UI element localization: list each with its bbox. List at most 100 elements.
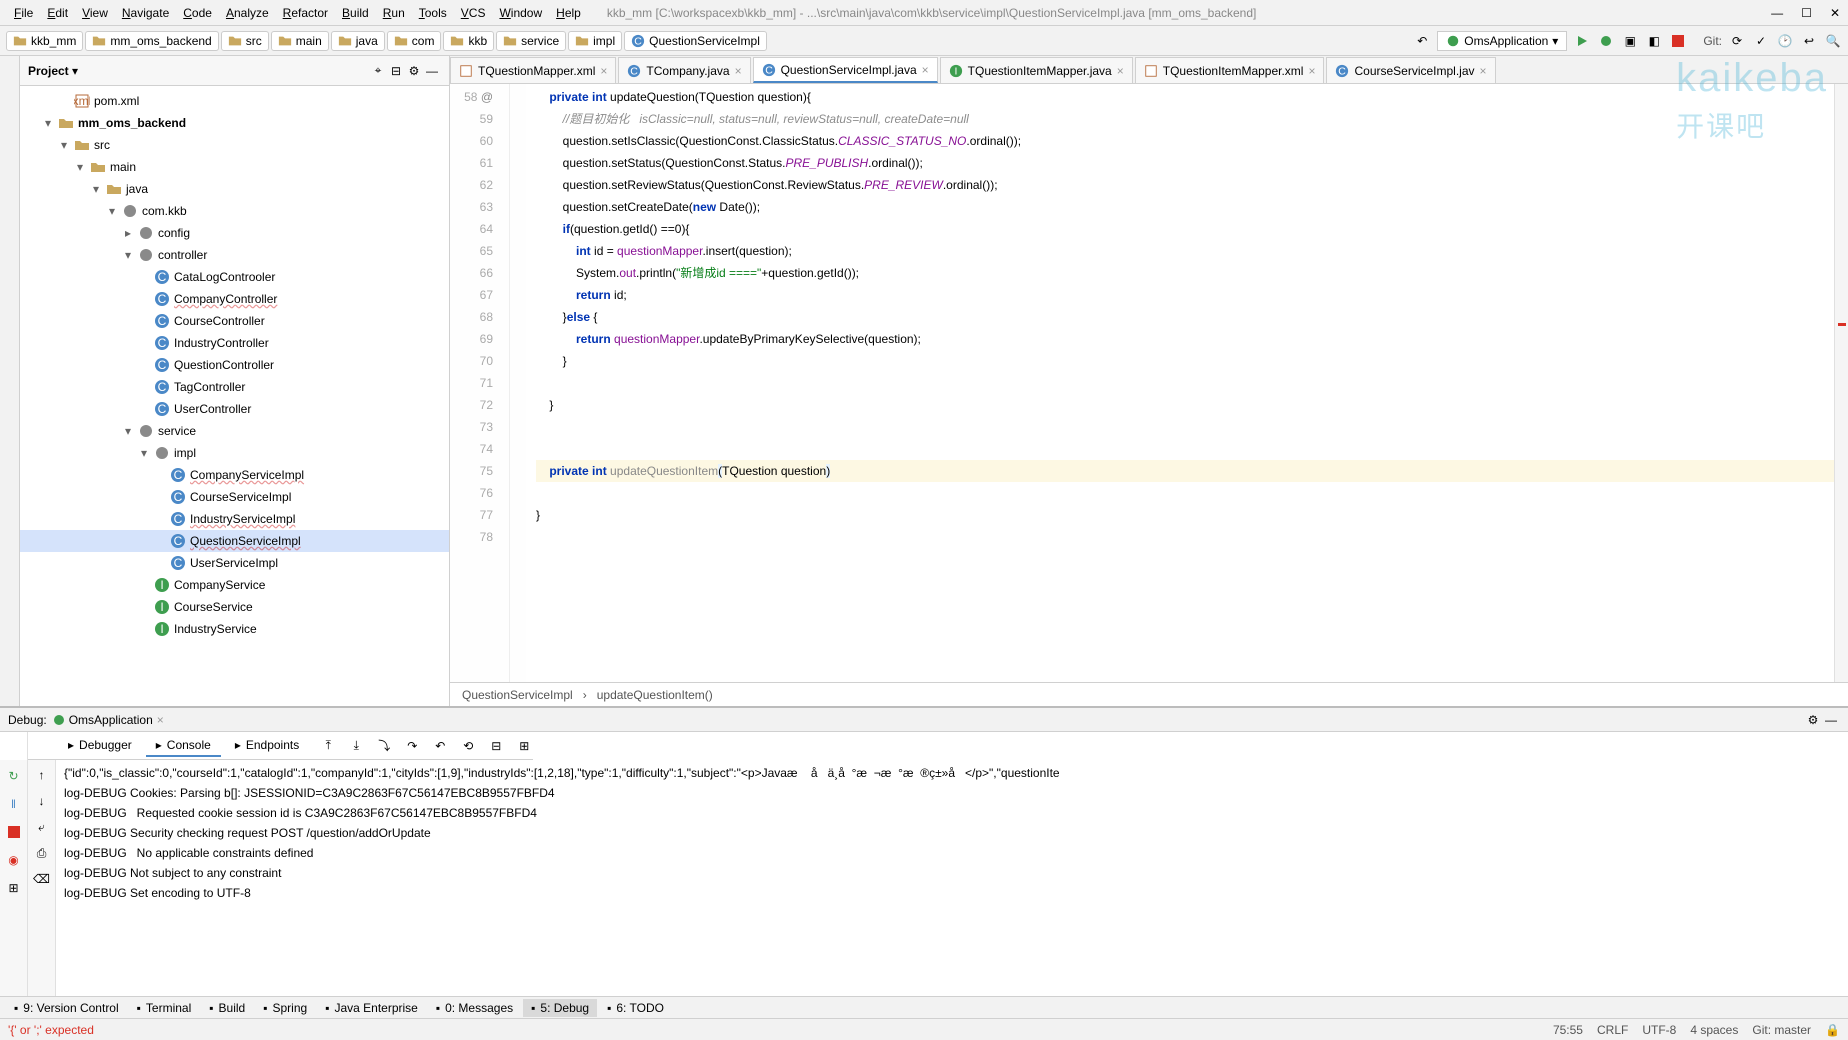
tab-CourseServiceImpl.jav[interactable]: CCourseServiceImpl.jav× [1326, 57, 1495, 83]
bottom-tab-java-enterprise[interactable]: ▪Java Enterprise [317, 999, 426, 1017]
clear-icon[interactable]: ⌫ [33, 870, 51, 888]
settings-icon[interactable]: ⚙ [405, 62, 423, 80]
git-branch[interactable]: Git: master [1752, 1023, 1811, 1037]
breadcrumb-src[interactable]: src [221, 31, 269, 51]
tree-com.kkb[interactable]: ▾com.kkb [20, 200, 449, 222]
caret-position[interactable]: 75:55 [1553, 1023, 1583, 1037]
breadcrumb-QuestionServiceImpl[interactable]: CQuestionServiceImpl [624, 31, 767, 51]
menu-code[interactable]: Code [177, 4, 218, 22]
scroll-up-icon[interactable]: ↑ [33, 766, 51, 784]
tree-CourseServiceImpl[interactable]: CCourseServiceImpl [20, 486, 449, 508]
debug-tab-debugger[interactable]: ▸Debugger [58, 735, 142, 757]
menu-edit[interactable]: Edit [41, 4, 74, 22]
debug-tab-endpoints[interactable]: ▸Endpoints [225, 735, 309, 757]
tree-CataLogControoler[interactable]: CCataLogControoler [20, 266, 449, 288]
profile-button[interactable]: ◧ [1645, 32, 1663, 50]
editor-scrollbar[interactable] [1834, 84, 1848, 682]
step-icon[interactable]: ⊟ [487, 737, 505, 755]
close-tab-icon[interactable]: × [600, 64, 607, 78]
menu-build[interactable]: Build [336, 4, 375, 22]
menu-tools[interactable]: Tools [413, 4, 453, 22]
breadcrumb-mm_oms_backend[interactable]: mm_oms_backend [85, 31, 218, 51]
step-icon[interactable]: ⤓ [347, 737, 365, 755]
menu-vcs[interactable]: VCS [455, 4, 492, 22]
maximize-icon[interactable]: ☐ [1801, 6, 1812, 20]
tree-controller[interactable]: ▾controller [20, 244, 449, 266]
debug-button[interactable] [1597, 32, 1615, 50]
close-icon[interactable]: ✕ [1830, 6, 1840, 20]
step-icon[interactable]: ↶ [431, 737, 449, 755]
breadcrumb-main[interactable]: main [271, 31, 329, 51]
crumb-class[interactable]: QuestionServiceImpl [462, 688, 573, 702]
debug-config[interactable]: OmsApplication × [53, 713, 164, 727]
bottom-tab-6--todo[interactable]: ▪6: TODO [599, 999, 672, 1017]
tree-pom.xml[interactable]: xmlpom.xml [20, 90, 449, 112]
tree-IndustryController[interactable]: CIndustryController [20, 332, 449, 354]
bottom-tab-0--messages[interactable]: ▪0: Messages [428, 999, 521, 1017]
fold-column[interactable] [510, 84, 526, 682]
pause-icon[interactable]: ‖ [4, 794, 24, 814]
wrap-icon[interactable]: ⤶ [33, 818, 51, 836]
locate-icon[interactable]: ⌖ [369, 62, 387, 80]
tree-QuestionController[interactable]: CQuestionController [20, 354, 449, 376]
tree-IndustryService[interactable]: IIndustryService [20, 618, 449, 640]
tree-service[interactable]: ▾service [20, 420, 449, 442]
line-gutter[interactable]: 58 @596061626364656667686970717273747576… [450, 84, 510, 682]
tree-QuestionServiceImpl[interactable]: CQuestionServiceImpl [20, 530, 449, 552]
tree-CourseService[interactable]: ICourseService [20, 596, 449, 618]
project-view-selector[interactable]: Project ▾ [28, 64, 78, 78]
breadcrumb-java[interactable]: java [331, 31, 385, 51]
tree-CompanyService[interactable]: ICompanyService [20, 574, 449, 596]
bottom-tab-9--version-control[interactable]: ▪9: Version Control [6, 999, 127, 1017]
layout-icon[interactable]: ⊞ [4, 878, 24, 898]
debug-hide-icon[interactable]: — [1822, 711, 1840, 729]
menu-navigate[interactable]: Navigate [116, 4, 175, 22]
hide-icon[interactable]: — [423, 62, 441, 80]
run-button[interactable] [1573, 32, 1591, 50]
tree-IndustryServiceImpl[interactable]: CIndustryServiceImpl [20, 508, 449, 530]
print-icon[interactable]: ⎙ [33, 844, 51, 862]
breadcrumb-kkb_mm[interactable]: kkb_mm [6, 31, 83, 51]
close-tab-icon[interactable]: × [1117, 64, 1124, 78]
close-tab-icon[interactable]: × [922, 63, 929, 77]
tree-mm_oms_backend[interactable]: ▾mm_oms_backend [20, 112, 449, 134]
tab-TCompany.java[interactable]: CTCompany.java× [618, 57, 750, 83]
menu-run[interactable]: Run [377, 4, 411, 22]
menu-view[interactable]: View [76, 4, 114, 22]
rerun-icon[interactable]: ↻ [4, 766, 24, 786]
tree-UserController[interactable]: CUserController [20, 398, 449, 420]
close-tab-icon[interactable]: × [1480, 64, 1487, 78]
line-separator[interactable]: CRLF [1597, 1023, 1628, 1037]
breadcrumb-com[interactable]: com [387, 31, 442, 51]
breadcrumb-kkb[interactable]: kkb [443, 31, 494, 51]
tree-impl[interactable]: ▾impl [20, 442, 449, 464]
breadcrumb-impl[interactable]: impl [568, 31, 622, 51]
code-content[interactable]: private int updateQuestion(TQuestion que… [526, 84, 1834, 682]
step-icon[interactable]: ⤒ [319, 737, 337, 755]
tree-CourseController[interactable]: CCourseController [20, 310, 449, 332]
tree-java[interactable]: ▾java [20, 178, 449, 200]
step-icon[interactable]: ⟲ [459, 737, 477, 755]
status-error[interactable]: '{' or ';' expected [8, 1023, 94, 1037]
search-icon[interactable]: 🔍 [1824, 32, 1842, 50]
project-tree[interactable]: xmlpom.xml▾mm_oms_backend▾src▾main▾java▾… [20, 86, 449, 706]
bottom-tab-5--debug[interactable]: ▪5: Debug [523, 999, 597, 1017]
close-tab-icon[interactable]: × [1308, 64, 1315, 78]
crumb-method[interactable]: updateQuestionItem() [597, 688, 713, 702]
tree-main[interactable]: ▾main [20, 156, 449, 178]
menu-analyze[interactable]: Analyze [220, 4, 275, 22]
collapse-icon[interactable]: ⊟ [387, 62, 405, 80]
menu-refactor[interactable]: Refactor [277, 4, 334, 22]
close-tab-icon[interactable]: × [735, 64, 742, 78]
menu-file[interactable]: File [8, 4, 39, 22]
editor-breadcrumbs[interactable]: QuestionServiceImpl › updateQuestionItem… [450, 682, 1848, 706]
tab-TQuestionItemMapper.java[interactable]: ITQuestionItemMapper.java× [940, 57, 1133, 83]
menu-help[interactable]: Help [550, 4, 587, 22]
tree-CompanyServiceImpl[interactable]: CCompanyServiceImpl [20, 464, 449, 486]
tab-TQuestionItemMapper.xml[interactable]: TQuestionItemMapper.xml× [1135, 57, 1325, 83]
step-icon[interactable]: ⊞ [515, 737, 533, 755]
breadcrumb-service[interactable]: service [496, 31, 566, 51]
menu-window[interactable]: Window [493, 4, 548, 22]
run-config-selector[interactable]: OmsApplication ▾ [1437, 31, 1567, 51]
stop-icon[interactable] [4, 822, 24, 842]
